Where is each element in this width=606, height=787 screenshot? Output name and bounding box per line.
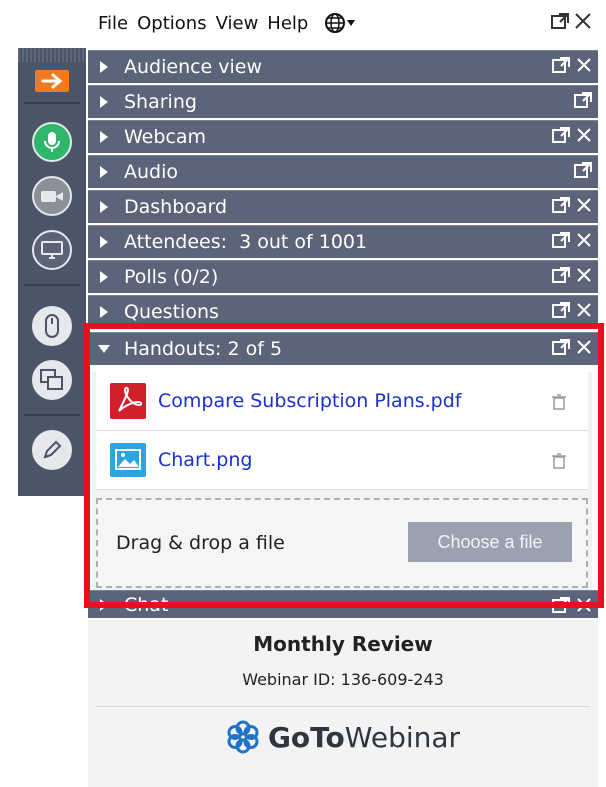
close-icon[interactable] bbox=[576, 339, 592, 355]
pdf-icon bbox=[110, 383, 146, 419]
section-label: Webcam bbox=[124, 126, 207, 148]
gotowebinar-flower-icon bbox=[227, 720, 259, 754]
section-handouts[interactable]: Handouts: 2 of 5 bbox=[88, 332, 598, 365]
mouse-icon bbox=[32, 306, 72, 346]
trash-icon[interactable] bbox=[552, 453, 566, 469]
menu-file[interactable]: File bbox=[98, 13, 128, 34]
windows-icon bbox=[32, 360, 72, 400]
expand-arrow-icon bbox=[100, 598, 108, 611]
close-icon[interactable] bbox=[576, 597, 592, 613]
popout-icon[interactable] bbox=[552, 597, 570, 613]
gotowebinar-logo: GoToWebinar bbox=[88, 720, 598, 754]
caret-down-icon bbox=[347, 20, 356, 26]
toolbar-divider bbox=[24, 414, 80, 416]
drawing-tools-button[interactable] bbox=[32, 430, 72, 470]
popout-icon[interactable] bbox=[552, 302, 570, 318]
collapse-arrow-icon bbox=[98, 345, 110, 353]
mouse-control-button[interactable] bbox=[32, 306, 72, 346]
section-dashboard[interactable]: Dashboard bbox=[88, 190, 598, 223]
section-chat[interactable]: Chat bbox=[88, 590, 598, 618]
collapse-arrow-button[interactable] bbox=[35, 70, 69, 92]
close-icon[interactable] bbox=[576, 232, 592, 248]
popout-icon[interactable] bbox=[552, 232, 570, 248]
image-icon bbox=[110, 443, 146, 477]
control-panel: File Options View Help Audience view Sha… bbox=[88, 0, 598, 787]
popout-icon[interactable] bbox=[552, 197, 570, 213]
screen-share-button[interactable] bbox=[32, 230, 72, 270]
expand-arrow-icon bbox=[100, 236, 108, 248]
menu-bar: File Options View Help bbox=[88, 0, 598, 46]
microphone-button[interactable] bbox=[32, 122, 72, 162]
webinar-id: Webinar ID: 136-609-243 bbox=[242, 670, 444, 689]
monitor-icon bbox=[32, 230, 72, 270]
pencil-icon bbox=[32, 430, 72, 470]
expand-arrow-icon bbox=[100, 271, 108, 283]
arrow-right-icon bbox=[35, 70, 69, 92]
popout-icon[interactable] bbox=[550, 12, 570, 30]
trash-icon[interactable] bbox=[552, 394, 566, 410]
brand-name-rest: Webinar bbox=[344, 720, 461, 754]
popout-icon[interactable] bbox=[552, 267, 570, 283]
toolbar-grip[interactable] bbox=[18, 48, 86, 62]
menu-view[interactable]: View bbox=[216, 13, 259, 34]
language-menu[interactable] bbox=[324, 12, 356, 34]
section-label: Polls (0/2) bbox=[124, 266, 219, 288]
brand-name-bold: GoTo bbox=[267, 720, 345, 754]
expand-arrow-icon bbox=[100, 96, 108, 108]
footer-divider bbox=[96, 706, 590, 707]
handouts-panel: Compare Subscription Plans.pdf Chart.png… bbox=[92, 372, 592, 590]
handout-file-row[interactable]: Compare Subscription Plans.pdf bbox=[96, 372, 588, 431]
section-label: Audio bbox=[124, 161, 179, 183]
file-name-link[interactable]: Chart.png bbox=[158, 449, 252, 471]
popout-icon[interactable] bbox=[552, 339, 570, 355]
section-label: Chat bbox=[124, 593, 169, 616]
section-polls[interactable]: Polls (0/2) bbox=[88, 260, 598, 293]
window-switch-button[interactable] bbox=[32, 360, 72, 400]
close-icon[interactable] bbox=[576, 127, 592, 143]
menu-help[interactable]: Help bbox=[267, 13, 308, 34]
popout-icon[interactable] bbox=[574, 162, 592, 178]
toolbar-divider bbox=[24, 102, 80, 104]
handout-file-row[interactable]: Chart.png bbox=[96, 431, 588, 490]
close-icon[interactable] bbox=[576, 267, 592, 283]
popout-icon[interactable] bbox=[574, 92, 592, 108]
popout-icon[interactable] bbox=[552, 127, 570, 143]
section-questions[interactable]: Questions bbox=[88, 295, 598, 328]
expand-arrow-icon bbox=[100, 131, 108, 143]
close-icon[interactable] bbox=[576, 57, 592, 73]
close-icon[interactable] bbox=[574, 12, 592, 30]
popout-icon[interactable] bbox=[552, 57, 570, 73]
section-sharing[interactable]: Sharing bbox=[88, 85, 598, 118]
webcam-button[interactable] bbox=[32, 176, 72, 216]
expand-arrow-icon bbox=[100, 306, 108, 318]
section-audience-view[interactable]: Audience view bbox=[88, 50, 598, 83]
section-attendees[interactable]: Attendees: 3 out of 1001 bbox=[88, 225, 598, 258]
microphone-icon bbox=[32, 122, 72, 162]
section-label: Dashboard bbox=[124, 196, 228, 218]
file-drop-zone[interactable]: Drag & drop a file Choose a file bbox=[96, 498, 588, 588]
section-webcam[interactable]: Webcam bbox=[88, 120, 598, 153]
section-label: Attendees: 3 out of 1001 bbox=[124, 231, 368, 253]
section-label: Questions bbox=[124, 301, 219, 323]
section-label: Audience view bbox=[124, 56, 263, 78]
control-panel-toolbar bbox=[18, 48, 86, 496]
close-icon[interactable] bbox=[576, 197, 592, 213]
file-name-link[interactable]: Compare Subscription Plans.pdf bbox=[158, 390, 462, 412]
camera-icon bbox=[32, 176, 72, 216]
window-controls bbox=[550, 12, 592, 30]
section-label: Sharing bbox=[124, 91, 197, 113]
close-icon[interactable] bbox=[576, 302, 592, 318]
choose-file-button[interactable]: Choose a file bbox=[408, 522, 572, 562]
toolbar-divider bbox=[24, 284, 80, 286]
section-audio[interactable]: Audio bbox=[88, 155, 598, 188]
expand-arrow-icon bbox=[100, 201, 108, 213]
webinar-info-footer: Monthly Review Webinar ID: 136-609-243 G… bbox=[88, 620, 598, 787]
expand-arrow-icon bbox=[100, 61, 108, 73]
expand-arrow-icon bbox=[100, 166, 108, 178]
menu-options[interactable]: Options bbox=[137, 13, 206, 34]
section-label: Handouts: 2 of 5 bbox=[124, 338, 283, 360]
webinar-title: Monthly Review bbox=[253, 632, 433, 656]
globe-icon bbox=[325, 13, 346, 33]
drop-zone-text: Drag & drop a file bbox=[116, 532, 285, 554]
